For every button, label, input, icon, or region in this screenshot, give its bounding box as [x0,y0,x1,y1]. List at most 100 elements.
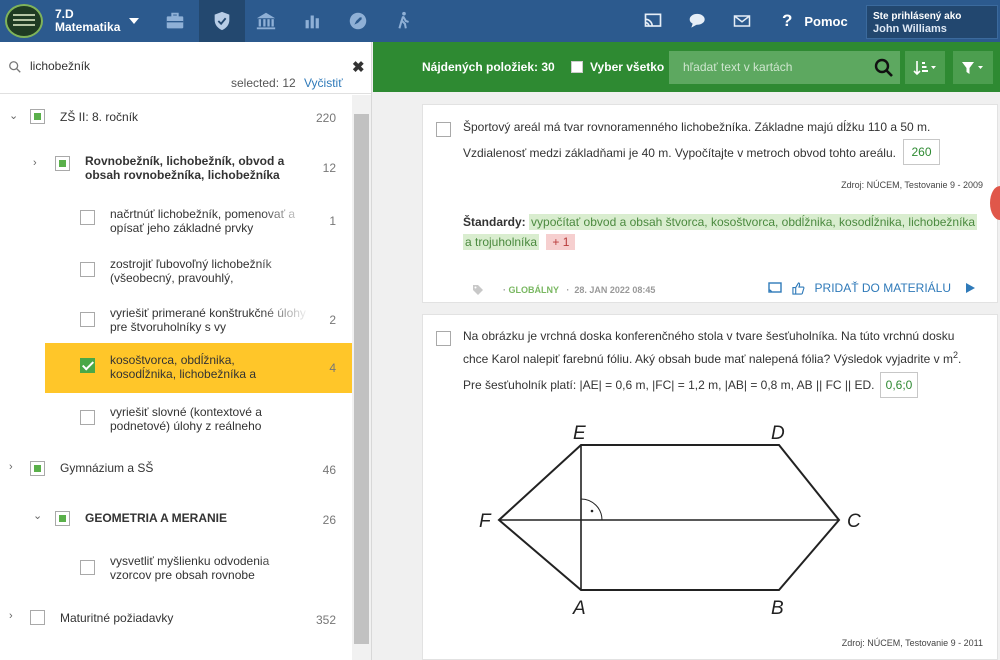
top-navbar: 7.D Matematika ? Pomoc Ste prihlásený ak… [0,0,1000,42]
tag-icon [473,285,483,295]
card-checkbox[interactable] [436,122,451,137]
card-search [669,51,900,84]
briefcase-icon[interactable] [152,0,198,42]
tree-item[interactable]: zostrojiť ľubovoľný lichobežník (všeobec… [0,250,352,296]
user-caption: Ste prihlásený ako [873,11,962,22]
card-checkbox[interactable] [436,331,451,346]
tree-checkbox[interactable] [55,511,70,526]
answer-box: 260 [903,139,940,165]
chalkboard-logo-icon [5,4,43,38]
tree-item-count: 12 [322,161,336,175]
chevron-down-icon[interactable]: ⌄ [33,509,42,522]
user-account[interactable]: Ste prihlásený ako John Williams [866,5,998,39]
bar-chart-icon[interactable] [289,0,335,42]
standard-tag: vypočítať obvod a obsah štvorca, kosoštv… [529,214,978,230]
vertex-label-c: C [847,511,861,532]
vertex-label-e: E [573,423,586,444]
task-text: Na obrázku je vrchná doska konferenčného… [463,329,955,343]
filter-button[interactable] [953,51,993,84]
shield-icon[interactable] [199,0,245,42]
play-icon[interactable] [965,283,975,293]
standards-sidebar: ✖ selected: 12 Vyčistiť ⌄ ZŠ II: 8. ročn… [0,42,372,660]
vertex-label-d: D [771,423,785,444]
select-all-checkbox[interactable] [571,61,583,73]
hiking-icon[interactable] [381,0,427,42]
sort-icon [913,60,936,75]
tree-item-label: Maturitné požiadavky [60,611,174,625]
task-card: Športový areál má tvar rovnoramenného li… [422,104,998,303]
cast-icon[interactable] [642,0,664,42]
tree-item[interactable]: › Gymnázium a SŠ 46 [0,448,352,492]
task-text: chce Karol nalepiť farebnú fóliu. Aký ob… [463,350,962,366]
class-selector[interactable]: 7.D Matematika [5,4,155,38]
cards-list: Športový areál má tvar rovnoramenného li… [373,92,1000,660]
help-button[interactable]: ? Pomoc [782,0,848,42]
chevron-right-icon[interactable]: › [33,157,37,169]
tree-item-count: 26 [322,513,336,527]
tree-checkbox[interactable] [55,156,70,171]
tree-item-count: 352 [315,613,336,627]
mail-icon[interactable] [731,0,753,42]
tree-item-count: 4 [329,361,336,375]
search-icon [9,61,21,73]
add-to-material-button[interactable]: PRIDAŤ DO MATERIÁLU [815,281,951,295]
chevron-down-icon [129,18,139,24]
chevron-right-icon[interactable]: › [9,461,13,473]
close-icon[interactable]: ✖ [352,58,365,76]
sort-button[interactable] [905,51,945,84]
chevron-right-icon[interactable]: › [9,610,13,622]
tree-checkbox[interactable] [80,560,95,575]
sidebar-scrollbar-thumb[interactable] [354,114,369,644]
task-text: Pre šesťuholník platí: |AE| = 0,6 m, |FC… [463,378,875,392]
tree-item[interactable]: ⌄ GEOMETRIA A MERANIE 26 [0,498,352,542]
tree-item-count: 2 [329,313,336,327]
chat-icon[interactable] [686,0,710,42]
task-text: Športový areál má tvar rovnoramenného li… [463,120,931,134]
tree-checkbox[interactable] [30,610,45,625]
chevron-down-icon[interactable]: ⌄ [9,109,18,122]
tree-item-label: zostrojiť ľubovoľný lichobežník (všeobec… [110,257,272,285]
tree-item[interactable]: vyriešiť primerané konštrukčné úlohy pre… [0,300,352,346]
filter-icon [962,61,983,74]
rocket-icon[interactable] [335,0,381,42]
tree-checkbox-checked[interactable] [80,358,95,373]
results-toolbar: Nájdených položiek: 30 Vyber všetko [373,42,1000,92]
tree-item-count: 46 [322,463,336,477]
tree-item[interactable]: ⌄ ZŠ II: 8. ročník 220 [0,95,352,139]
standards-search-input[interactable] [30,56,330,76]
sidebar-search: ✖ selected: 12 Vyčistiť [0,42,371,94]
tree-checkbox[interactable] [80,210,95,225]
task-text: Vzdialenosť medzi základňami je 40 m. Vy… [463,146,896,160]
card-actions: PRIDAŤ DO MATERIÁLU [767,281,975,295]
card-search-input[interactable] [683,59,863,75]
more-standards-badge[interactable]: + 1 [546,234,576,250]
tree-item-label: GEOMETRIA A MERANIE [85,511,228,525]
tree-item-selected[interactable]: kosoštvorca, obdĺžnika, kosodĺžnika, lic… [45,343,352,393]
tree-item[interactable]: načrtnúť lichobežník, pomenovať a opísať… [0,198,352,246]
cast-icon[interactable] [767,281,782,295]
tree-item[interactable]: vysvetliť myšlienku odvodenia vzorcov pr… [0,548,352,594]
tree-item-label: Gymnázium a SŠ [60,461,154,475]
vertex-label-b: B [771,598,784,619]
tree-item[interactable]: › Rovnobežník, lichobežník, obvod a obsa… [0,142,352,192]
clear-selection-link[interactable]: Vyčistiť [304,76,343,90]
select-all-label[interactable]: Vyber všetko [590,60,664,74]
tree-checkbox[interactable] [80,262,95,277]
tree-item[interactable]: vyriešiť slovné (kontextové a podnetové)… [0,398,352,444]
tree-checkbox[interactable] [80,410,95,425]
tree-item[interactable]: › Maturitné požiadavky 352 [0,598,352,642]
institution-icon[interactable] [243,0,289,42]
selected-count: selected: 12 [231,76,296,90]
tree-checkbox[interactable] [30,461,45,476]
task-card: Na obrázku je vrchná doska konferenčného… [422,314,998,660]
card-meta: · GLOBÁLNY · 28. JAN 2022 08:45 [503,285,656,295]
tree-item-count: 1 [329,214,336,228]
tree-checkbox[interactable] [30,109,45,124]
card-date: 28. JAN 2022 08:45 [574,285,656,295]
tree-item-label: vyriešiť slovné (kontextové a podnetové)… [110,405,262,433]
search-icon[interactable] [874,58,894,78]
thumbs-up-icon[interactable] [791,281,805,295]
tree-checkbox[interactable] [80,312,95,327]
help-label: Pomoc [804,13,848,29]
tree-item-label: vyriešiť primerané konštrukčné úlohy pre… [110,306,306,334]
